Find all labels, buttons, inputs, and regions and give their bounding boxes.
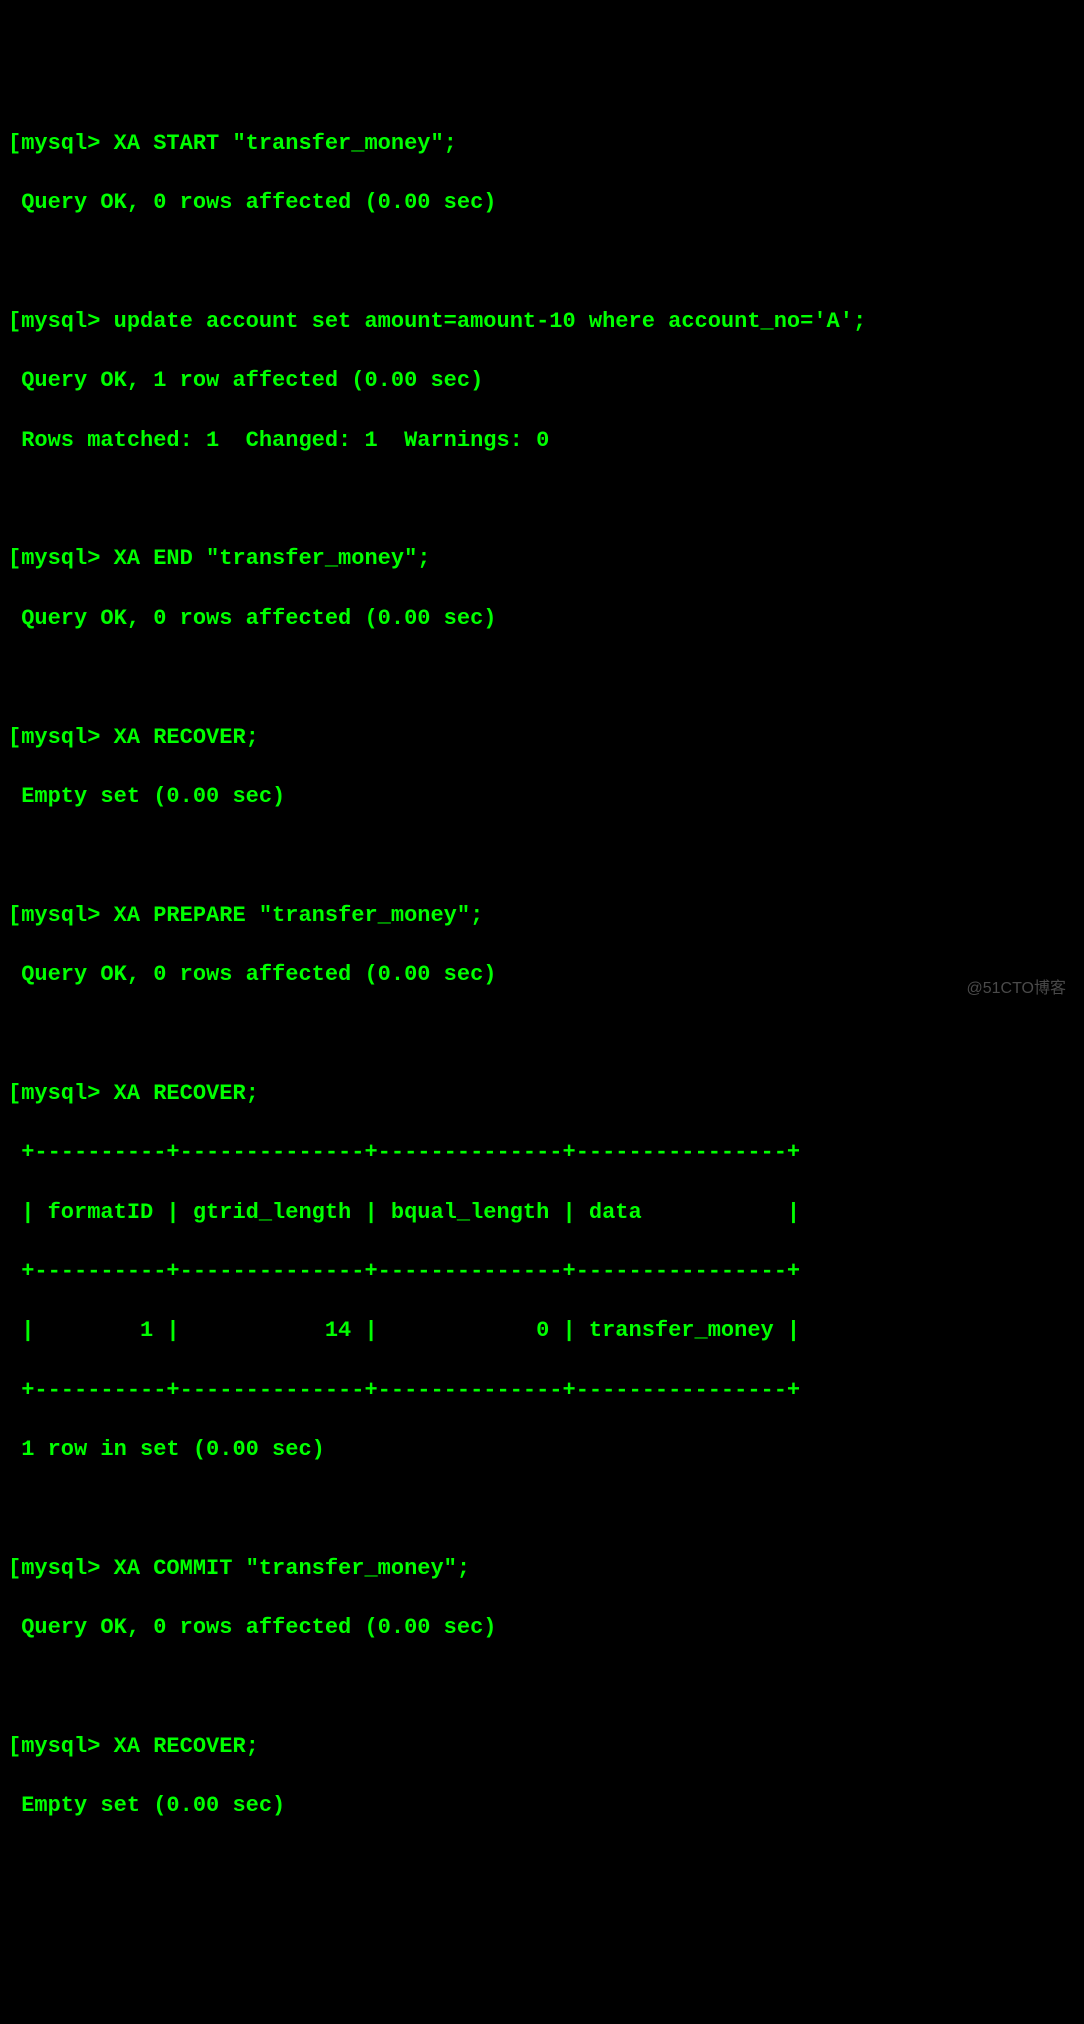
terminal-blank	[8, 485, 1076, 515]
terminal-table-border-bot: +----------+--------------+-------------…	[8, 1376, 1076, 1406]
terminal-line-cmd8: [mysql> XA RECOVER;	[8, 1732, 1076, 1762]
response-text: Rows matched: 1 Changed: 1 Warnings: 0	[21, 428, 549, 453]
bracket: [	[8, 131, 21, 156]
terminal-line-resp3: Query OK, 0 rows affected (0.00 sec)	[8, 604, 1076, 634]
prompt: mysql>	[21, 309, 113, 334]
bracket: [	[8, 1081, 21, 1106]
response-text: Empty set (0.00 sec)	[21, 784, 285, 809]
table-border: +----------+--------------+-------------…	[21, 1259, 800, 1284]
terminal-blank	[8, 1673, 1076, 1703]
terminal-blank	[8, 248, 1076, 278]
command-text: XA RECOVER;	[114, 725, 259, 750]
terminal-blank	[8, 841, 1076, 871]
prompt: mysql>	[21, 546, 113, 571]
table-header-text: | formatID | gtrid_length | bqual_length…	[21, 1200, 800, 1225]
terminal-line-cmd7: [mysql> XA COMMIT "transfer_money";	[8, 1554, 1076, 1584]
prompt: mysql>	[21, 1556, 113, 1581]
prompt: mysql>	[21, 131, 113, 156]
terminal-line-cmd6: [mysql> XA RECOVER;	[8, 1079, 1076, 1109]
terminal-table-border-top: +----------+--------------+-------------…	[8, 1138, 1076, 1168]
prompt: mysql>	[21, 903, 113, 928]
terminal-line-cmd3: [mysql> XA END "transfer_money";	[8, 544, 1076, 574]
terminal-blank	[8, 1019, 1076, 1049]
terminal-blank	[8, 663, 1076, 693]
terminal-table-header: | formatID | gtrid_length | bqual_length…	[8, 1198, 1076, 1228]
response-text: Query OK, 0 rows affected (0.00 sec)	[21, 962, 496, 987]
terminal-line-resp2a: Query OK, 1 row affected (0.00 sec)	[8, 366, 1076, 396]
response-text: Query OK, 0 rows affected (0.00 sec)	[21, 190, 496, 215]
terminal-line-resp5: Query OK, 0 rows affected (0.00 sec)	[8, 960, 1076, 990]
terminal-line-cmd4: [mysql> XA RECOVER;	[8, 723, 1076, 753]
response-text: Empty set (0.00 sec)	[21, 1793, 285, 1818]
table-border: +----------+--------------+-------------…	[21, 1378, 800, 1403]
bracket: [	[8, 1734, 21, 1759]
table-border: +----------+--------------+-------------…	[21, 1140, 800, 1165]
bracket: [	[8, 725, 21, 750]
terminal-table-row: | 1 | 14 | 0 | transfer_money |	[8, 1316, 1076, 1346]
command-text: XA END "transfer_money";	[114, 546, 431, 571]
terminal-table-border-mid: +----------+--------------+-------------…	[8, 1257, 1076, 1287]
terminal-line-cmd1: [mysql> XA START "transfer_money";	[8, 129, 1076, 159]
watermark: @51CTO博客	[966, 978, 1066, 1000]
terminal-line-resp8: Empty set (0.00 sec)	[8, 1791, 1076, 1821]
terminal-line-resp4: Empty set (0.00 sec)	[8, 782, 1076, 812]
response-text: Query OK, 0 rows affected (0.00 sec)	[21, 1615, 496, 1640]
command-text: XA RECOVER;	[114, 1081, 259, 1106]
bracket: [	[8, 546, 21, 571]
command-text: XA PREPARE "transfer_money";	[114, 903, 484, 928]
response-text: Query OK, 0 rows affected (0.00 sec)	[21, 606, 496, 631]
terminal-line-resp7: Query OK, 0 rows affected (0.00 sec)	[8, 1613, 1076, 1643]
prompt: mysql>	[21, 725, 113, 750]
terminal-blank	[8, 1494, 1076, 1524]
prompt: mysql>	[21, 1734, 113, 1759]
command-text: XA RECOVER;	[114, 1734, 259, 1759]
response-text: 1 row in set (0.00 sec)	[21, 1437, 325, 1462]
command-text: XA COMMIT "transfer_money";	[114, 1556, 470, 1581]
terminal-line-cmd2: [mysql> update account set amount=amount…	[8, 307, 1076, 337]
terminal-line-resp6: 1 row in set (0.00 sec)	[8, 1435, 1076, 1465]
bracket: [	[8, 309, 21, 334]
bracket: [	[8, 1556, 21, 1581]
response-text: Query OK, 1 row affected (0.00 sec)	[21, 368, 483, 393]
terminal-line-cmd5: [mysql> XA PREPARE "transfer_money";	[8, 901, 1076, 931]
command-text: XA START "transfer_money";	[114, 131, 457, 156]
bracket: [	[8, 903, 21, 928]
table-row-text: | 1 | 14 | 0 | transfer_money |	[21, 1318, 800, 1343]
terminal-line-resp1: Query OK, 0 rows affected (0.00 sec)	[8, 188, 1076, 218]
terminal-line-resp2b: Rows matched: 1 Changed: 1 Warnings: 0	[8, 426, 1076, 456]
command-text: update account set amount=amount-10 wher…	[114, 309, 867, 334]
prompt: mysql>	[21, 1081, 113, 1106]
